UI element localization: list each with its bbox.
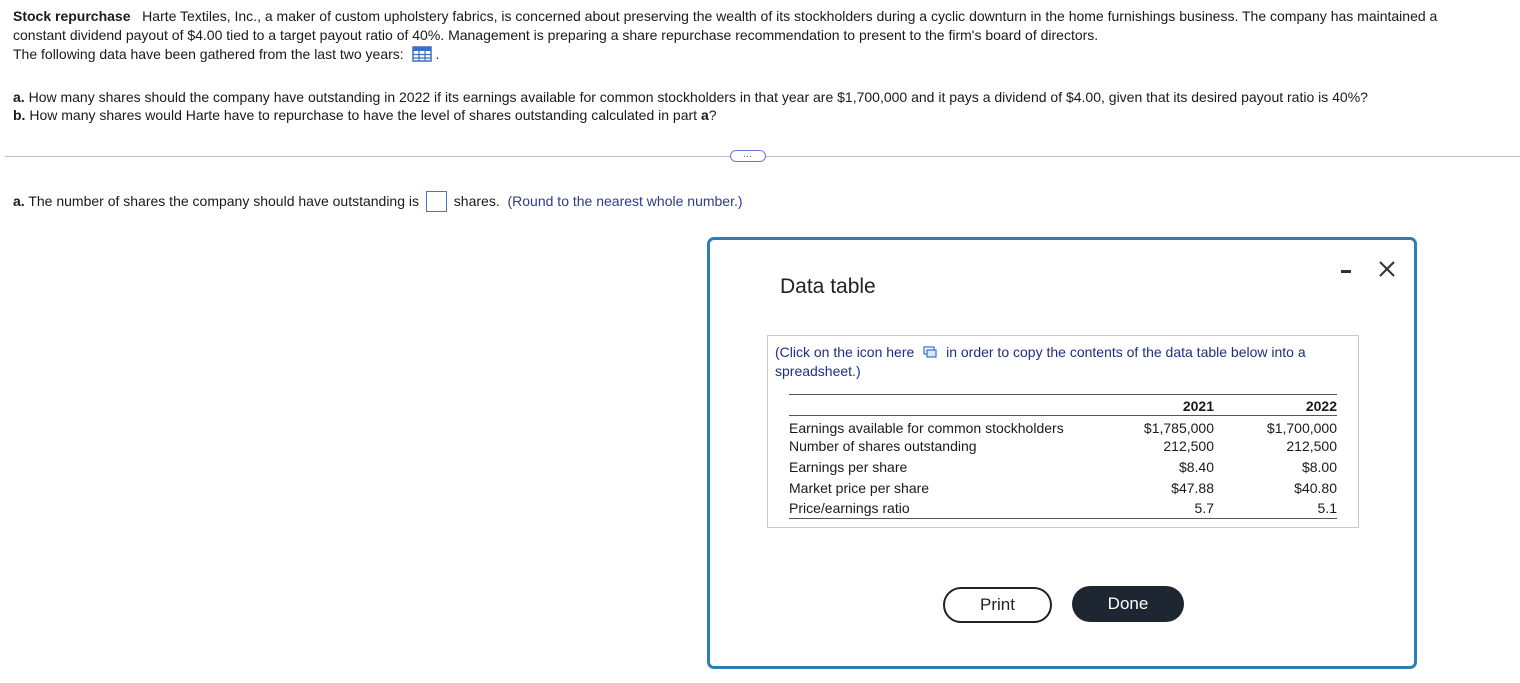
- table-header-2021: 2021: [1112, 394, 1214, 416]
- table-row: Earnings per share $8.40 $8.00: [789, 457, 1337, 478]
- row-label: Number of shares outstanding: [789, 438, 977, 455]
- cell-2021: 212,500: [1163, 438, 1214, 455]
- table-row: Market price per share $47.88 $40.80: [789, 477, 1337, 498]
- row-label: Market price per share: [789, 479, 930, 496]
- cell-2022: $40.80: [1294, 479, 1337, 496]
- print-button[interactable]: Print: [943, 587, 1052, 623]
- part-b-text: How many shares would Harte have to repu…: [29, 107, 698, 123]
- table-header-2022: 2022: [1214, 394, 1337, 416]
- table-row: Earnings available for common stockholde…: [789, 416, 1337, 437]
- cell-2021: 5.7: [1112, 497, 1214, 519]
- copy-spreadsheet-icon[interactable]: [923, 344, 937, 358]
- problem-statement: Stock repurchase Harte Textiles, Inc., a…: [13, 7, 1513, 64]
- copy-note: (Click on the icon here in order to copy…: [775, 343, 1345, 381]
- answer-text-after: shares.: [453, 193, 500, 209]
- part-b-end: ?: [708, 107, 717, 123]
- part-b-ref: a: [700, 107, 709, 123]
- answer-label: a.: [13, 193, 25, 209]
- answer-input[interactable]: [425, 191, 447, 212]
- table-row: Number of shares outstanding 212,500 212…: [789, 436, 1337, 457]
- cell-2022: 212,500: [1286, 438, 1337, 455]
- more-button[interactable]: …: [730, 150, 766, 162]
- cell-2022: $8.00: [1301, 458, 1337, 475]
- part-b-label: b.: [13, 107, 26, 123]
- part-a-label: a.: [13, 89, 25, 105]
- table-header-label: [789, 394, 1112, 416]
- data-line-end: .: [435, 46, 440, 62]
- data-table-icon[interactable]: [411, 46, 432, 62]
- close-icon[interactable]: [1378, 259, 1396, 283]
- part-a: a. How many shares should the company ha…: [13, 88, 1513, 106]
- cell-2021: $8.40: [1178, 458, 1214, 475]
- cell-2021: $1,785,000: [1143, 419, 1214, 436]
- copy-note-before: (Click on the icon here: [775, 344, 915, 360]
- data-table: 2021 2022 Earnings available for common …: [789, 394, 1337, 519]
- question-parts: a. How many shares should the company ha…: [13, 88, 1513, 124]
- table-header-row: 2021 2022: [789, 394, 1337, 416]
- minimize-icon[interactable]: [1341, 270, 1351, 273]
- answer-line: a. The number of shares the company shou…: [13, 191, 743, 212]
- rounding-hint: (Round to the nearest whole number.): [507, 193, 743, 209]
- data-table-panel: (Click on the icon here in order to copy…: [767, 335, 1359, 528]
- cell-2022: 5.1: [1214, 497, 1337, 519]
- problem-text-line2: constant dividend payout of $4.00 tied t…: [13, 27, 1099, 43]
- part-b: b. How many shares would Harte have to r…: [13, 106, 1513, 124]
- data-line: The following data have been gathered fr…: [13, 46, 404, 62]
- done-button[interactable]: Done: [1072, 586, 1184, 622]
- data-table-dialog: Data table (Click on the icon here in or…: [707, 237, 1417, 669]
- cell-2021: $47.88: [1171, 479, 1214, 496]
- row-label: Earnings per share: [789, 458, 908, 475]
- table-row: Price/earnings ratio 5.7 5.1: [789, 497, 1337, 519]
- part-a-text: How many shares should the company have …: [28, 89, 1368, 105]
- cell-2022: $1,700,000: [1266, 419, 1337, 436]
- dialog-title: Data table: [780, 275, 876, 298]
- problem-text-line1: Harte Textiles, Inc., a maker of custom …: [142, 8, 1438, 24]
- row-label: Earnings available for common stockholde…: [789, 419, 1064, 436]
- problem-heading: Stock repurchase: [13, 8, 131, 24]
- answer-text-before: The number of shares the company should …: [28, 193, 420, 209]
- row-label: Price/earnings ratio: [789, 497, 1112, 519]
